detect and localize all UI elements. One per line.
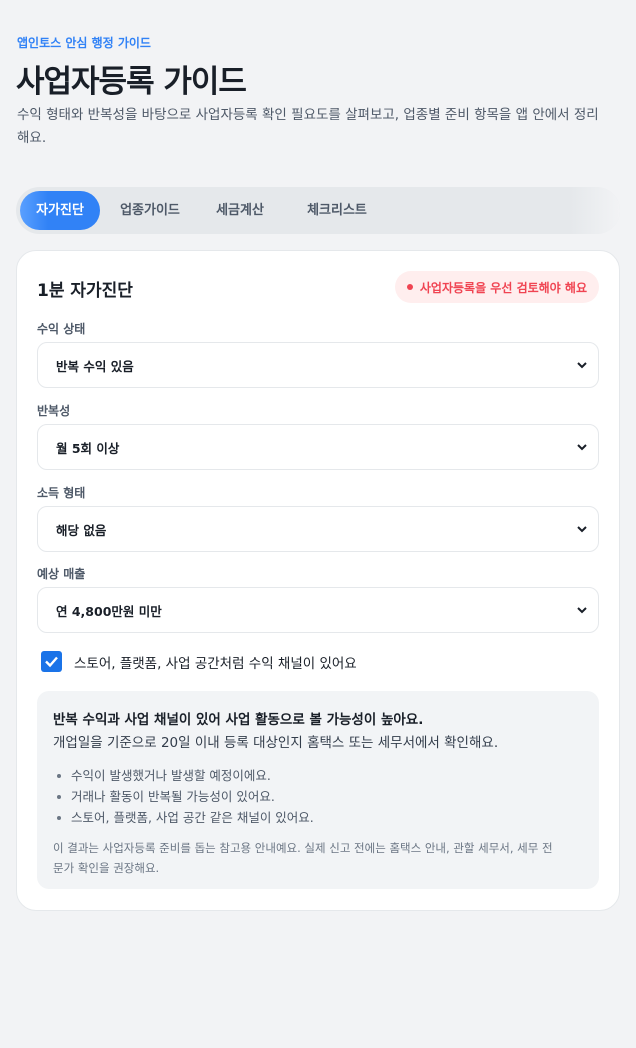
status-dot-icon xyxy=(406,284,413,290)
page-title: 사업자등록 가이드 xyxy=(16,64,247,100)
select-value: 연 4,800만원 미만 xyxy=(56,603,162,619)
select-repetition[interactable]: 월 5회 이상 xyxy=(37,424,599,470)
chevron-down-icon xyxy=(577,362,587,369)
list-item: 스토어, 플랫폼, 사업 공간 같은 채널이 있어요. xyxy=(53,807,583,828)
chevron-down-icon xyxy=(577,526,587,533)
chevron-down-icon xyxy=(577,444,587,451)
channel-checkbox[interactable] xyxy=(41,651,62,672)
channel-checkbox-row[interactable]: 스토어, 플랫폼, 사업 공간처럼 수익 채널이 있어요 xyxy=(41,651,357,672)
status-badge-text: 사업자등록을 우선 검토해야 해요 xyxy=(419,280,587,295)
diagnosis-card: 1분 자가진단 사업자등록을 우선 검토해야 해요 수익 상태 반복 수익 있음… xyxy=(16,250,620,911)
select-income-type[interactable]: 해당 없음 xyxy=(37,506,599,552)
list-item: 거래나 활동이 반복될 가능성이 있어요. xyxy=(53,786,583,807)
tab-checklist[interactable]: 체크리스트 xyxy=(292,191,382,230)
tab-tax-calc[interactable]: 세금계산 xyxy=(204,191,276,230)
field-label-income-type: 소득 형태 xyxy=(37,486,86,500)
result-subline: 개업일을 기준으로 20일 이내 등록 대상인지 홈택스 또는 세무서에서 확인… xyxy=(53,735,499,751)
select-value: 월 5회 이상 xyxy=(56,440,120,456)
select-income-status[interactable]: 반복 수익 있음 xyxy=(37,342,599,388)
card-title: 1분 자가진단 xyxy=(37,281,133,301)
select-value: 반복 수익 있음 xyxy=(56,358,134,374)
tab-bar: 자가진단 업종가이드 세금계산 체크리스트 xyxy=(16,187,620,234)
channel-checkbox-label: 스토어, 플랫폼, 사업 공간처럼 수익 채널이 있어요 xyxy=(74,655,357,672)
result-box: 반복 수익과 사업 채널이 있어 사업 활동으로 볼 가능성이 높아요. 개업일… xyxy=(37,691,599,889)
eyebrow-label: 앱인토스 안심 행정 가이드 xyxy=(17,36,151,50)
page-description: 수익 형태와 반복성을 바탕으로 사업자등록 확인 필요도를 살펴보고, 업종별… xyxy=(17,107,599,146)
field-label-income-status: 수익 상태 xyxy=(37,322,86,336)
result-bullet-list: 수익이 발생했거나 발생할 예정이에요. 거래나 활동이 반복될 가능성이 있어… xyxy=(53,765,583,828)
checkmark-icon xyxy=(45,656,58,668)
result-disclaimer: 이 결과는 사업자등록 준비를 돕는 참고용 안내예요. 실제 신고 전에는 홈… xyxy=(53,841,553,875)
chevron-down-icon xyxy=(577,607,587,614)
select-value: 해당 없음 xyxy=(56,522,107,538)
field-label-expected-sales: 예상 매출 xyxy=(37,567,86,581)
status-badge: 사업자등록을 우선 검토해야 해요 xyxy=(394,271,599,303)
list-item: 수익이 발생했거나 발생할 예정이에요. xyxy=(53,765,583,786)
field-label-repetition: 반복성 xyxy=(37,404,71,418)
select-expected-sales[interactable]: 연 4,800만원 미만 xyxy=(37,587,599,633)
tab-industry-guide[interactable]: 업종가이드 xyxy=(110,191,190,230)
tab-self-diagnosis[interactable]: 자가진단 xyxy=(20,191,100,230)
result-headline: 반복 수익과 사업 채널이 있어 사업 활동으로 볼 가능성이 높아요. xyxy=(53,712,424,728)
